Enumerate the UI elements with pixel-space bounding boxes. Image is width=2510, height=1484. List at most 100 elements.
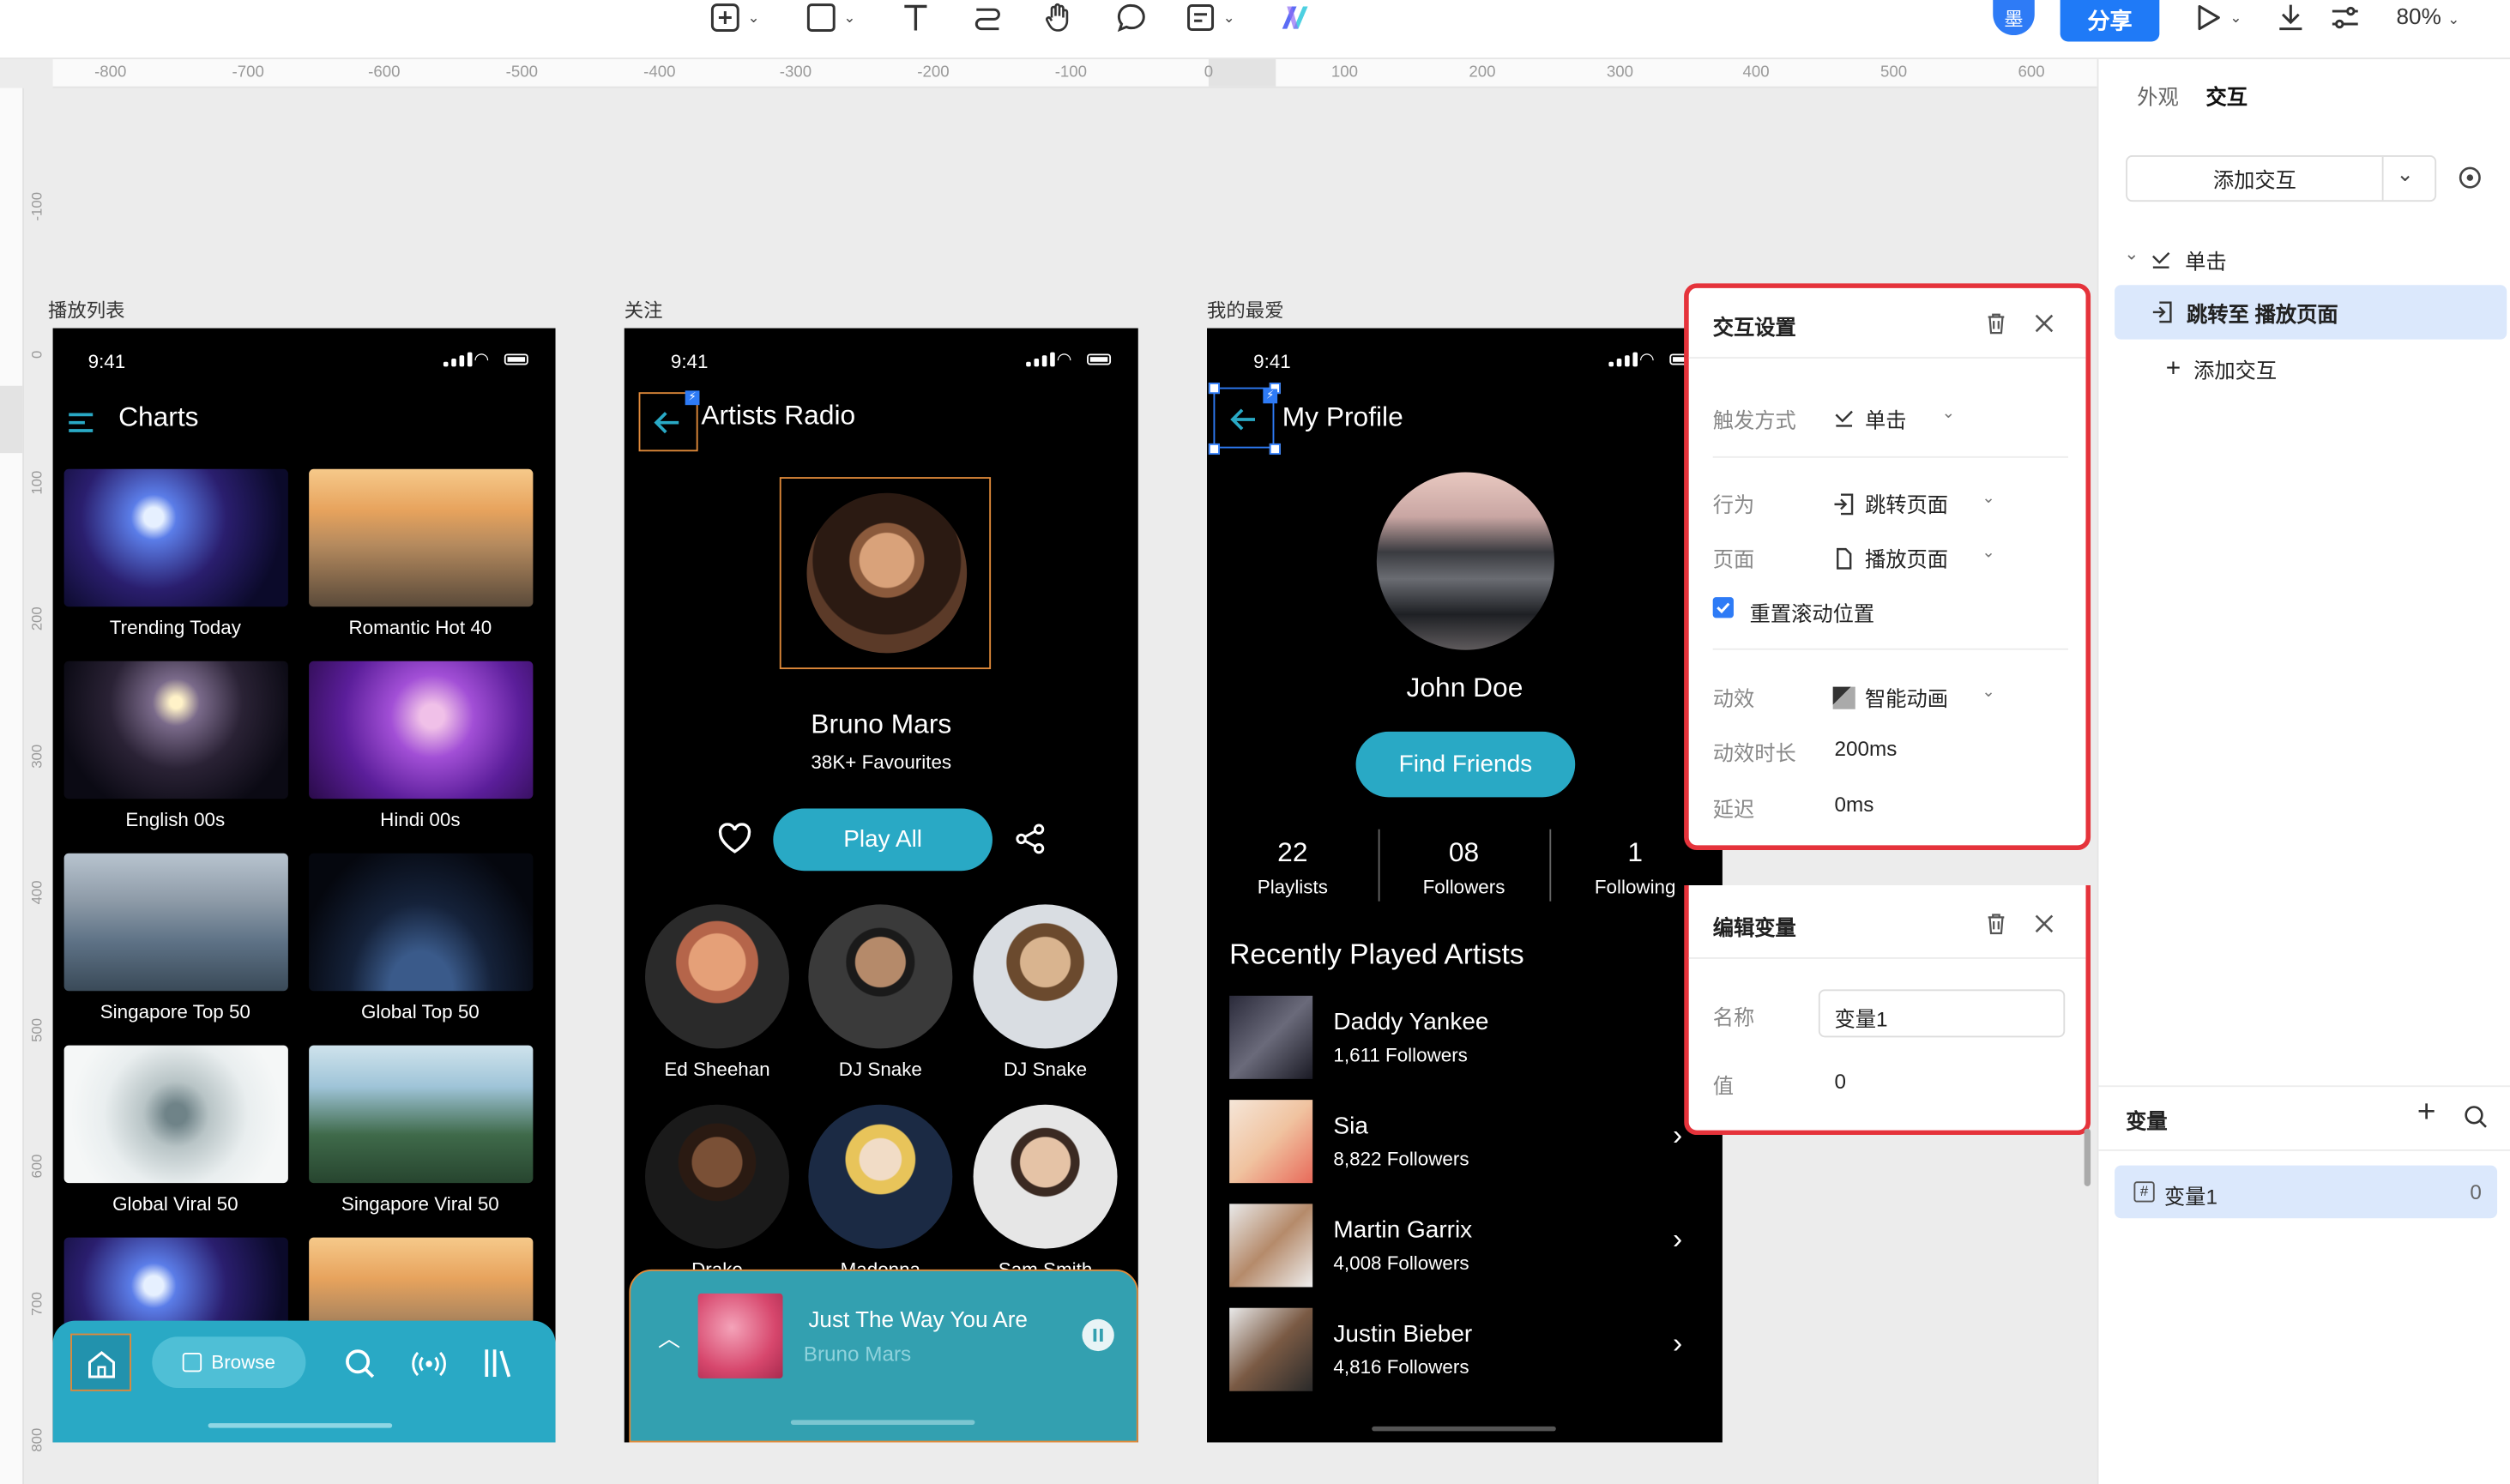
trash-icon[interactable]	[1985, 913, 2007, 935]
recent-artist-avatar[interactable]	[1229, 1307, 1313, 1391]
note-icon[interactable]: ⌄	[1185, 0, 1235, 35]
vertical-ruler	[0, 87, 24, 1484]
canvas-scrollbar[interactable]	[2084, 1128, 2091, 1186]
ai-logo-icon[interactable]	[1279, 0, 1311, 35]
artist-avatar[interactable]	[973, 904, 1118, 1049]
recent-artist-name[interactable]: Sia	[1333, 1113, 1367, 1140]
add-frame-icon[interactable]: ⌄	[709, 0, 760, 35]
playlist-tile[interactable]	[63, 468, 288, 607]
connector-icon[interactable]	[972, 0, 1004, 35]
browse-tab[interactable]: Browse	[152, 1336, 306, 1389]
playlist-tile[interactable]	[309, 468, 534, 607]
resize-handle[interactable]	[1208, 383, 1220, 395]
chevron-down-icon[interactable]: ⌄	[1982, 684, 1995, 702]
reset-scroll-checkbox[interactable]	[1712, 597, 1734, 618]
back-button[interactable]: ⚡	[638, 390, 700, 452]
download-icon[interactable]	[2275, 0, 2307, 35]
playlist-tile[interactable]	[309, 661, 534, 799]
profile-avatar	[1376, 472, 1554, 650]
recent-artist-name[interactable]: Daddy Yankee	[1333, 1009, 1488, 1036]
frame-favorite[interactable]: 9:41 ◠ ⚡ My Profile John Doe Find Friend…	[1207, 328, 1723, 1443]
search-icon[interactable]	[2464, 1105, 2488, 1129]
close-icon[interactable]	[2035, 914, 2054, 933]
ruler-highlight	[0, 385, 23, 454]
artist-avatar[interactable]	[645, 1104, 789, 1249]
close-icon[interactable]	[2035, 314, 2054, 333]
artist-photo-frame[interactable]	[779, 477, 992, 670]
variable-value-input[interactable]: 0	[1835, 1070, 1846, 1094]
action-item-selected[interactable]: 跳转至 播放页面	[2115, 285, 2507, 340]
reset-scroll-label[interactable]: 重置滚动位置	[1750, 597, 1875, 627]
frame-playlist[interactable]: 9:41 ◠ Charts Trending Today Romantic Hot…	[52, 328, 556, 1443]
settings-sliders-icon[interactable]	[2329, 0, 2361, 35]
menu-icon[interactable]	[67, 412, 96, 442]
variable-row[interactable]: # 变量1 0	[2115, 1165, 2498, 1219]
collapse-chevron-icon[interactable]: ⌄	[2124, 244, 2139, 264]
chevron-down-icon[interactable]: ⌄	[1982, 545, 1995, 563]
tab-appearance[interactable]: 外观	[2137, 80, 2179, 110]
resize-handle[interactable]	[1269, 443, 1281, 455]
recent-artist-avatar[interactable]	[1229, 1203, 1313, 1288]
variable-name-input[interactable]: 变量1	[1818, 989, 2066, 1038]
recent-artist-avatar[interactable]	[1229, 995, 1313, 1079]
artist-avatar[interactable]	[645, 904, 789, 1049]
animation-select[interactable]: 智能动画	[1832, 682, 1948, 712]
tab-interaction[interactable]: 交互	[2205, 80, 2248, 110]
page-select[interactable]: 播放页面	[1833, 543, 1948, 573]
share-button[interactable]: 分享	[2060, 0, 2160, 42]
event-single-click[interactable]: 单击	[2150, 245, 2227, 275]
delay-value[interactable]: 0ms	[1835, 793, 1874, 817]
add-variable-icon[interactable]: +	[2417, 1095, 2436, 1132]
now-playing-bar[interactable]: ︿ Just The Way You Are Bruno Mars	[629, 1269, 1138, 1443]
trigger-select[interactable]: 单击	[1833, 403, 1907, 433]
zoom-level[interactable]: 80% ⌄	[2397, 3, 2460, 29]
share-icon[interactable]	[1015, 823, 1047, 854]
recent-artist-name[interactable]: Martin Garrix	[1333, 1216, 1472, 1244]
heart-icon[interactable]	[717, 823, 752, 854]
artist-avatar[interactable]	[808, 1104, 953, 1249]
artist-avatar[interactable]	[808, 904, 953, 1049]
add-interaction-dropdown[interactable]: 添加交互 ⌄	[2126, 155, 2437, 202]
chevron-right-icon[interactable]: ›	[1673, 1119, 1682, 1153]
chevron-down-icon[interactable]: ⌄	[1942, 405, 1956, 423]
library-icon[interactable]	[482, 1347, 514, 1378]
comment-icon[interactable]	[1116, 0, 1148, 35]
pause-icon[interactable]	[1082, 1318, 1114, 1352]
duration-value[interactable]: 200ms	[1835, 736, 1898, 760]
playlist-tile[interactable]	[309, 853, 534, 992]
frame-label-favorite[interactable]: 我的最爱	[1207, 296, 1284, 323]
home-tab[interactable]	[70, 1333, 132, 1391]
playlist-tile[interactable]	[63, 661, 288, 799]
frame-label-follow[interactable]: 关注	[624, 296, 663, 323]
radio-icon[interactable]	[412, 1348, 447, 1379]
find-friends-button[interactable]: Find Friends	[1355, 731, 1576, 798]
frame-label-playlist[interactable]: 播放列表	[48, 296, 125, 323]
chevron-down-icon[interactable]: ⌄	[2397, 161, 2414, 187]
playlist-tile[interactable]	[309, 1045, 534, 1184]
action-select[interactable]: 跳转页面	[1833, 488, 1948, 518]
trash-icon[interactable]	[1985, 312, 2007, 335]
resize-handle[interactable]	[1208, 443, 1220, 455]
frame-follow[interactable]: 9:41 ◠ ⚡ Artists Radio Bruno Mars 38K+ F…	[624, 328, 1138, 1443]
artist-avatar[interactable]	[973, 1104, 1118, 1249]
chevron-down-icon[interactable]: ⌄	[1982, 490, 1995, 508]
recent-artist-name[interactable]: Justin Bieber	[1333, 1321, 1472, 1348]
play-preview-icon[interactable]: ⌄	[2192, 0, 2242, 35]
rectangle-icon[interactable]: ⌄	[805, 0, 856, 35]
target-icon[interactable]	[2457, 165, 2483, 190]
user-avatar[interactable]: 墨	[1993, 0, 2035, 36]
recent-artist-avatar[interactable]	[1229, 1100, 1313, 1184]
text-tool-icon[interactable]	[900, 0, 932, 35]
chevron-right-icon[interactable]: ›	[1673, 1223, 1682, 1257]
play-all-button[interactable]: Play All	[773, 808, 993, 872]
back-button-selected[interactable]: ⚡	[1208, 383, 1281, 455]
chevron-up-icon[interactable]: ︿	[658, 1323, 680, 1354]
hand-tool-icon[interactable]	[1042, 0, 1074, 35]
playlist-tile[interactable]	[63, 853, 288, 992]
playlist-tile[interactable]	[63, 1045, 288, 1184]
signal-icon	[1026, 352, 1055, 367]
search-icon[interactable]	[344, 1348, 376, 1379]
chevron-right-icon[interactable]: ›	[1673, 1327, 1682, 1360]
add-interaction-button[interactable]: 添加交互	[2127, 156, 2384, 201]
add-interaction-link[interactable]: + 添加交互	[2166, 353, 2277, 383]
